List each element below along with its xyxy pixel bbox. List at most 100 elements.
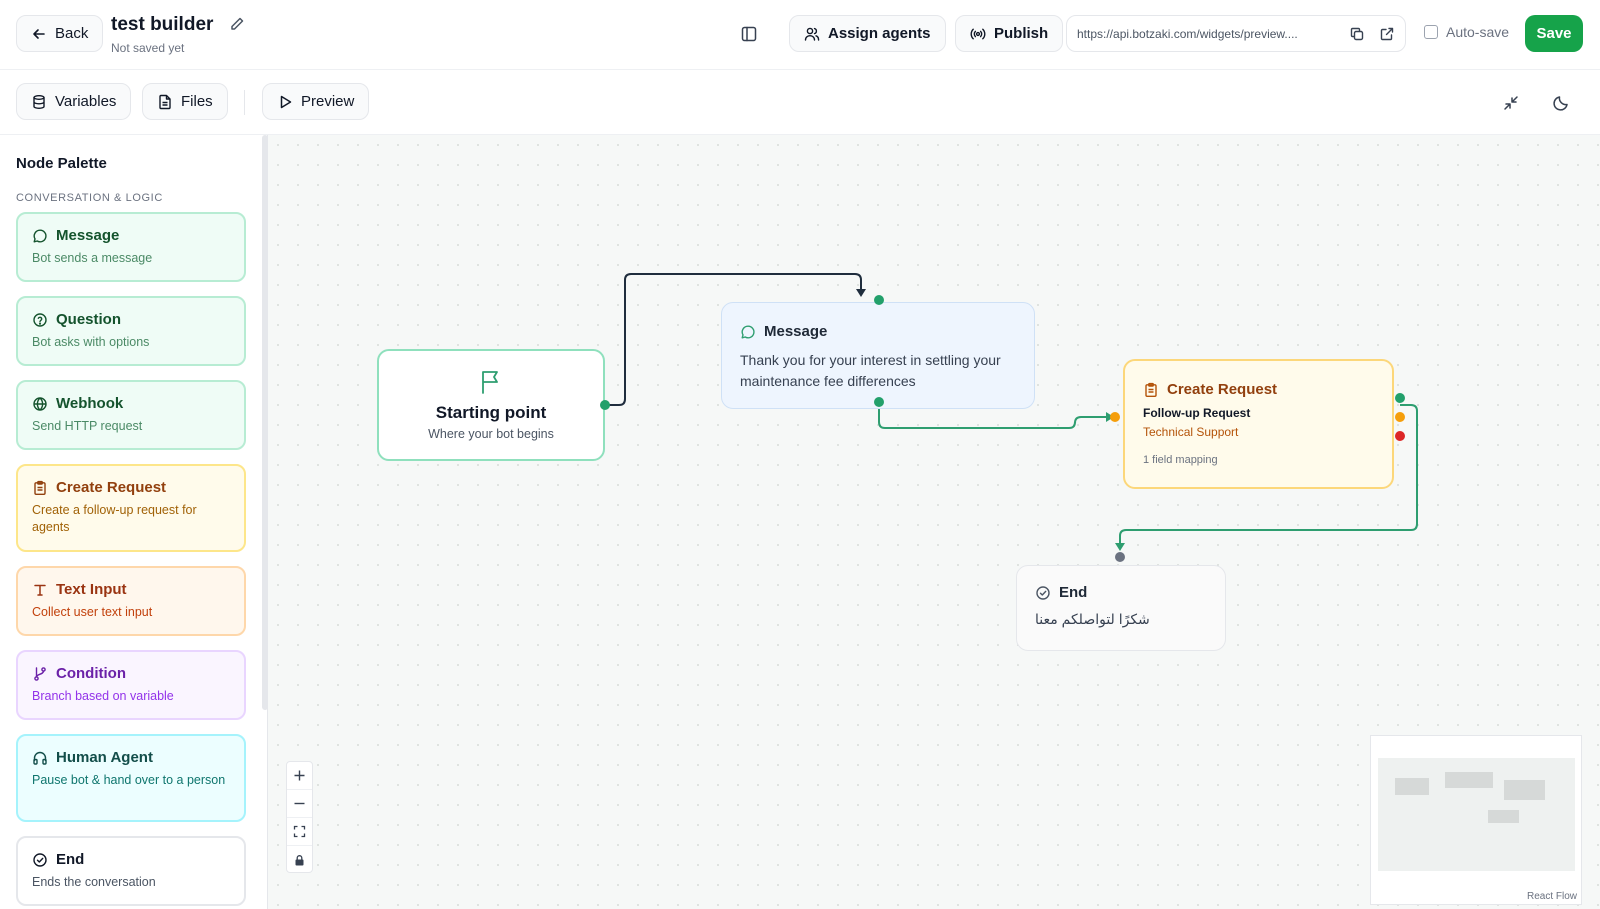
preview-button[interactable]: Preview xyxy=(262,83,370,120)
broadcast-icon xyxy=(970,28,986,39)
publish-label: Publish xyxy=(994,25,1049,42)
palette-item-desc: Send HTTP request xyxy=(32,419,143,433)
assign-agents-label: Assign agents xyxy=(828,25,931,42)
files-label: Files xyxy=(181,93,213,110)
request-success-handle[interactable] xyxy=(1395,393,1405,403)
files-button[interactable]: Files xyxy=(142,83,228,120)
palette-item-label: Question xyxy=(56,311,122,328)
check-circle-icon xyxy=(33,852,47,867)
minimap-node xyxy=(1395,778,1429,795)
node-starting-point[interactable]: Starting point Where your bot begins xyxy=(377,349,605,461)
palette-item-webhook[interactable]: Webhook Send HTTP request xyxy=(16,380,246,450)
palette-item-desc: Collect user text input xyxy=(32,605,153,619)
clipboard-icon xyxy=(1145,382,1157,397)
lock-icon xyxy=(295,854,304,865)
palette-item-message[interactable]: Message Bot sends a message xyxy=(16,212,246,282)
external-link-icon[interactable] xyxy=(1379,26,1395,42)
palette-item-label: Create Request xyxy=(56,479,167,496)
palette-item-create-request[interactable]: Create Request Create a follow-up reques… xyxy=(16,464,246,552)
preview-url-text: https://api.botzaki.com/widgets/preview.… xyxy=(1077,26,1298,41)
palette-item-end[interactable]: End Ends the conversation xyxy=(16,836,246,906)
minimap-node xyxy=(1488,810,1519,823)
minimap-node xyxy=(1445,772,1493,788)
start-output-handle[interactable] xyxy=(600,400,610,410)
headphones-icon xyxy=(33,751,47,765)
flow-canvas[interactable]: Starting point Where your bot begins Mes… xyxy=(268,135,1600,909)
request-error-handle[interactable] xyxy=(1395,431,1405,441)
minimize-icon[interactable] xyxy=(1502,94,1520,112)
assign-agents-button[interactable]: Assign agents xyxy=(789,15,946,52)
end-input-handle[interactable] xyxy=(1115,552,1125,562)
back-button[interactable]: Back xyxy=(16,15,104,52)
save-status: Not saved yet xyxy=(111,41,185,55)
node-message[interactable]: Message Thank you for your interest in s… xyxy=(721,302,1035,409)
autosave-checkbox[interactable] xyxy=(1424,25,1438,39)
chat-bubble-icon xyxy=(33,228,47,242)
request-field-mapping: 1 field mapping xyxy=(1143,454,1218,466)
palette-item-label: Text Input xyxy=(56,581,127,598)
request-input-handle[interactable] xyxy=(1110,412,1120,422)
toolbar: Variables Files Preview xyxy=(0,70,1600,135)
palette-item-human-agent[interactable]: Human Agent Pause bot & hand over to a p… xyxy=(16,734,246,822)
node-palette-sidebar: Node Palette CONVERSATION & LOGIC Messag… xyxy=(0,135,268,909)
node-message-text: Thank you for your interest in settling … xyxy=(740,352,1001,389)
variables-label: Variables xyxy=(55,93,117,110)
arrow-left-icon xyxy=(33,28,45,39)
palette-section-heading: CONVERSATION & LOGIC xyxy=(16,192,163,204)
edge-arrow xyxy=(856,289,866,297)
moon-icon[interactable] xyxy=(1552,94,1570,112)
palette-item-desc: Branch based on variable xyxy=(32,689,174,703)
fit-view-button[interactable] xyxy=(287,818,312,846)
edge-arrow xyxy=(1115,543,1125,551)
fit-view-icon xyxy=(293,825,306,838)
preview-label: Preview xyxy=(301,93,355,110)
react-flow-attribution[interactable]: React Flow xyxy=(1527,891,1577,902)
lock-button[interactable] xyxy=(287,846,312,874)
minimap-viewport xyxy=(1378,758,1575,871)
preview-url-field[interactable]: https://api.botzaki.com/widgets/preview.… xyxy=(1066,15,1406,52)
zoom-in-button[interactable] xyxy=(287,762,312,790)
message-output-handle[interactable] xyxy=(874,397,884,407)
palette-item-desc: Bot sends a message xyxy=(32,251,153,265)
node-end-text: شكرًا لتواصلكم معنا xyxy=(1035,611,1150,627)
variables-button[interactable]: Variables xyxy=(16,83,132,120)
save-button[interactable]: Save xyxy=(1525,15,1583,52)
node-subtitle: Where your bot begins xyxy=(428,427,554,441)
palette-item-desc: Ends the conversation xyxy=(32,875,156,889)
request-department: Technical Support xyxy=(1143,425,1239,439)
users-icon xyxy=(804,27,820,41)
back-label: Back xyxy=(55,25,89,42)
webhook-icon xyxy=(33,396,47,411)
node-title: End xyxy=(1059,584,1088,601)
autosave-toggle[interactable]: Auto-save xyxy=(1424,24,1509,40)
minimap[interactable]: React Flow xyxy=(1370,735,1582,905)
node-title: Starting point xyxy=(435,403,547,422)
palette-item-text-input[interactable]: Text Input Collect user text input xyxy=(16,566,246,636)
message-input-handle[interactable] xyxy=(874,295,884,305)
header: Back test builder Not saved yet Assign a… xyxy=(0,0,1600,70)
copy-icon[interactable] xyxy=(1349,26,1365,42)
request-pending-handle[interactable] xyxy=(1395,412,1405,422)
palette-item-question[interactable]: Question Bot asks with options xyxy=(16,296,246,366)
file-icon xyxy=(159,94,171,109)
node-create-request[interactable]: Create Request Follow-up Request Technic… xyxy=(1123,359,1394,489)
palette-item-label: Webhook xyxy=(56,395,124,412)
pencil-icon[interactable] xyxy=(229,16,245,32)
request-name: Follow-up Request xyxy=(1143,406,1251,420)
palette-item-desc: Create a follow-up request for agents xyxy=(32,503,197,534)
canvas-controls xyxy=(286,761,313,873)
palette-item-label: Human Agent xyxy=(56,749,153,766)
publish-button[interactable]: Publish xyxy=(955,15,1064,52)
panel-toggle-icon[interactable] xyxy=(740,25,758,43)
zoom-out-button[interactable] xyxy=(287,790,312,818)
palette-item-condition[interactable]: Condition Branch based on variable xyxy=(16,650,246,720)
node-end[interactable]: End شكرًا لتواصلكم معنا xyxy=(1016,565,1226,651)
git-branch-icon xyxy=(34,666,46,681)
palette-item-desc: Bot asks with options xyxy=(32,335,150,349)
minimap-node xyxy=(1504,780,1545,800)
edge-message-to-request[interactable] xyxy=(878,407,1112,429)
clipboard-icon xyxy=(34,480,46,495)
chat-bubble-icon xyxy=(741,324,755,338)
palette-item-label: Condition xyxy=(56,665,126,682)
palette-item-desc: Pause bot & hand over to a person xyxy=(32,773,226,787)
